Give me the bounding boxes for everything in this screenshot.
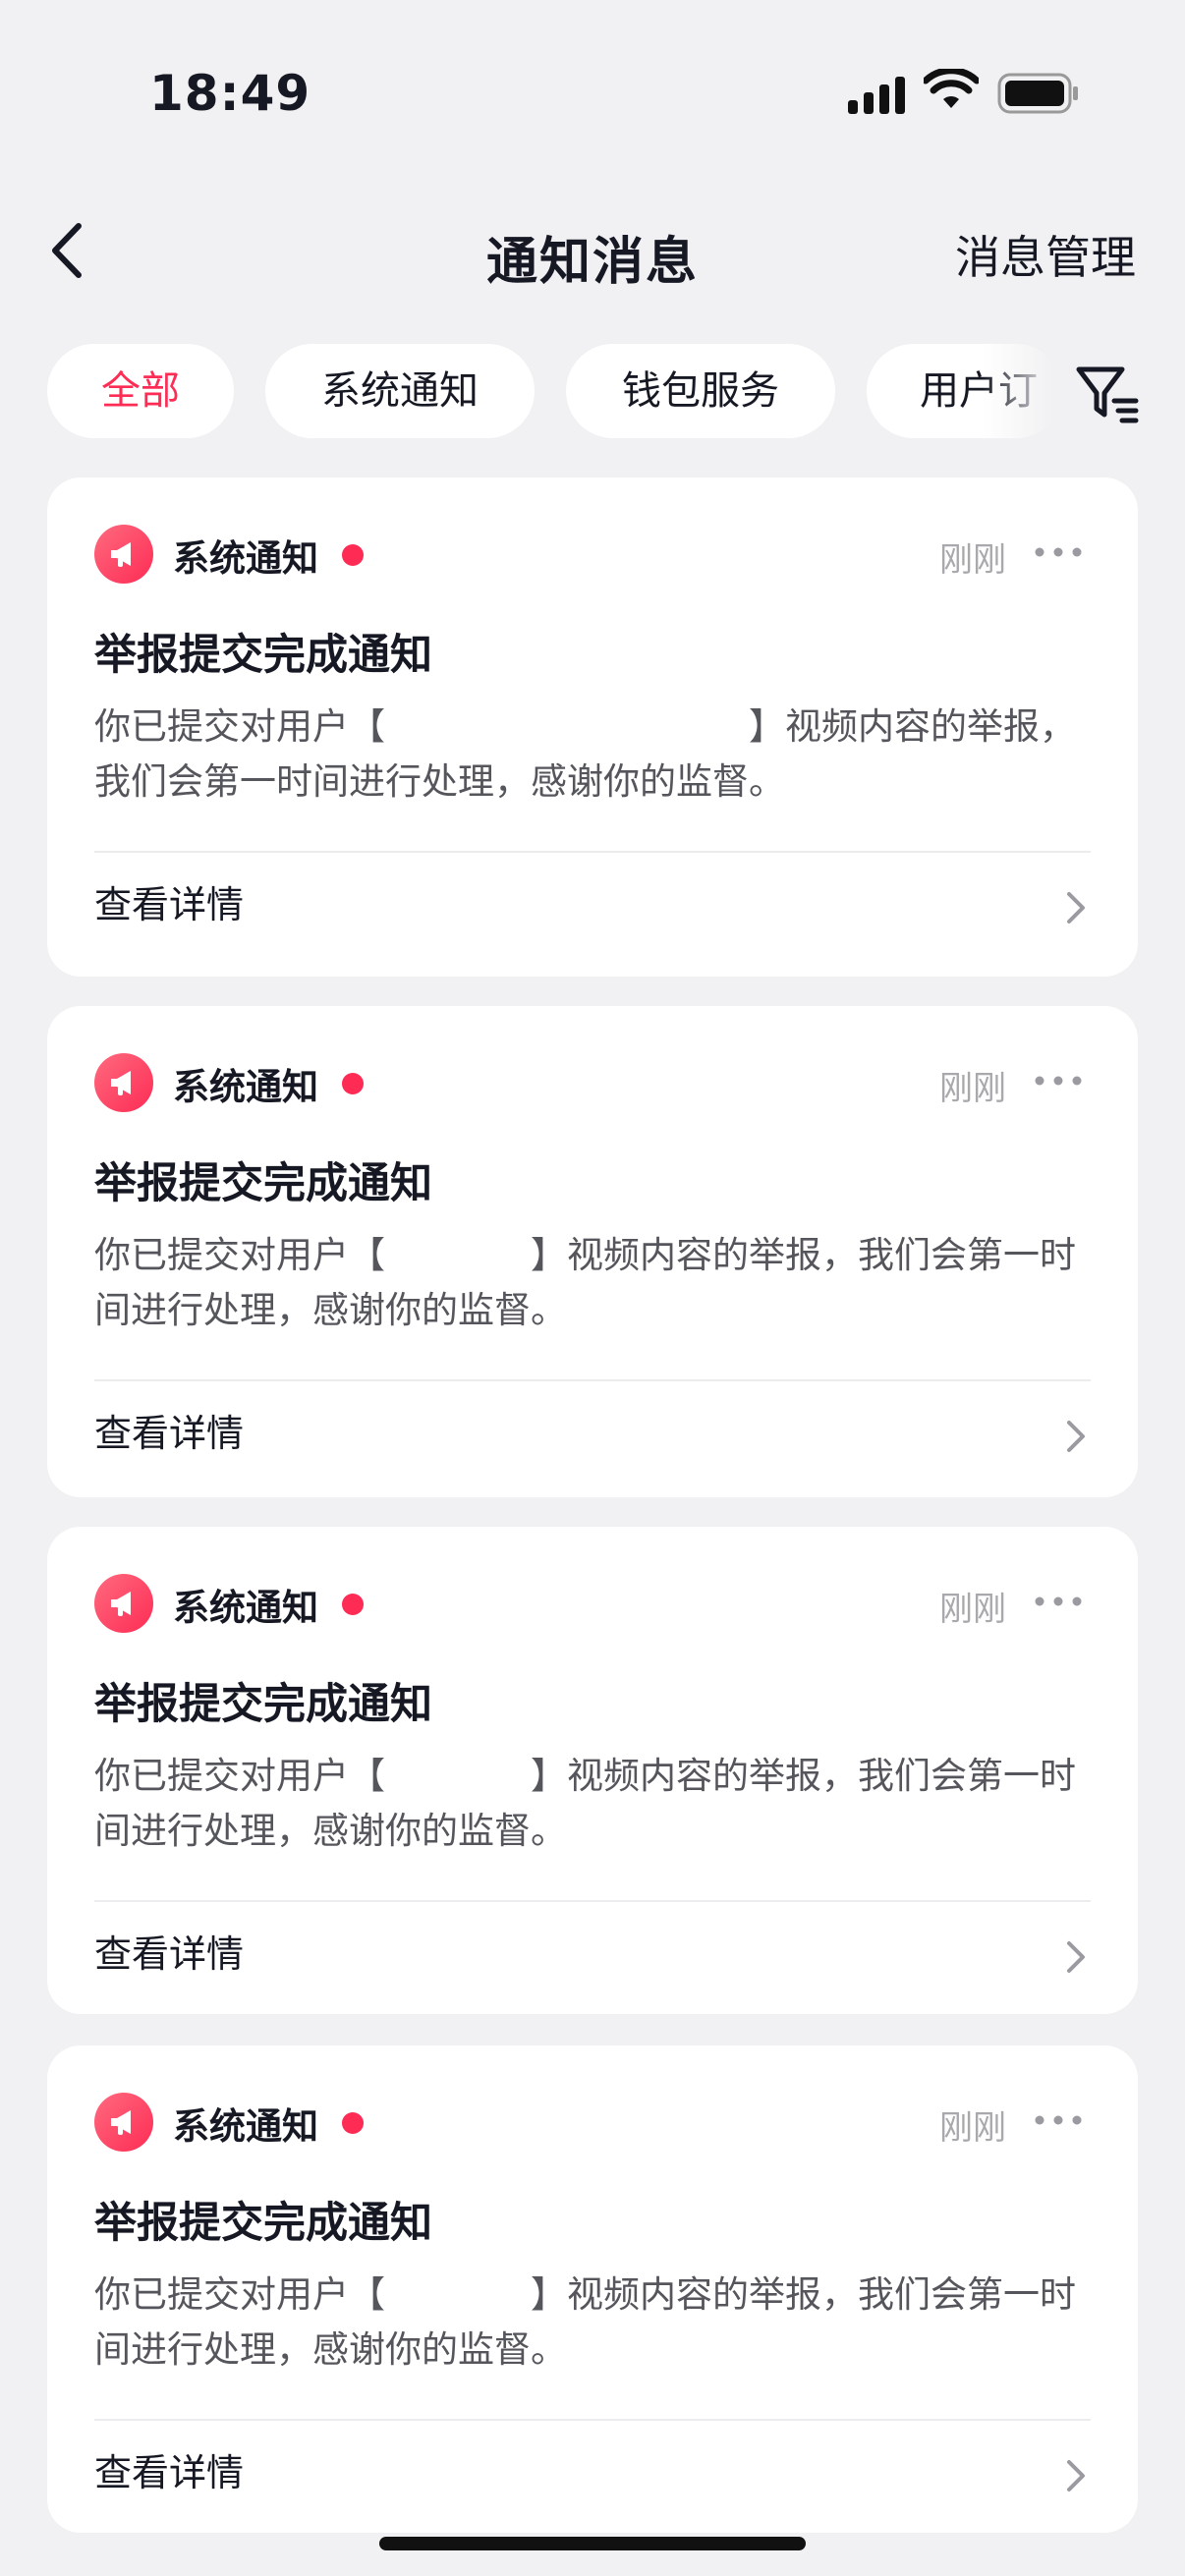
notification-title: 举报提交完成通知: [94, 1680, 432, 1729]
tab-system-notice[interactable]: 系统通知: [265, 344, 535, 438]
more-icon[interactable]: [1034, 2110, 1083, 2130]
unread-dot: [342, 2112, 364, 2134]
notification-title: 举报提交完成通知: [94, 1159, 432, 1208]
chevron-right-icon: [1067, 2460, 1085, 2492]
megaphone-icon: [94, 1574, 153, 1633]
notification-card[interactable]: 系统通知 刚刚 举报提交完成通知 你已提交对用户【 】视频内容的举报，我们会第一…: [47, 2045, 1138, 2533]
megaphone-icon: [94, 525, 153, 584]
battery-icon: [997, 73, 1078, 114]
more-icon[interactable]: [1034, 1071, 1083, 1091]
signal-icon: [848, 77, 905, 114]
filter-icon[interactable]: [1071, 358, 1142, 428]
divider: [94, 851, 1091, 853]
status-time: 18:49: [149, 65, 311, 122]
notification-card[interactable]: 系统通知 刚刚 举报提交完成通知 你已提交对用户【 】视频内容的举报，我们会第一…: [47, 1006, 1138, 1497]
notification-source: 系统通知: [173, 1066, 318, 1108]
notification-title: 举报提交完成通知: [94, 631, 432, 680]
unread-dot: [342, 1073, 364, 1094]
notification-body: 你已提交对用户【 】视频内容的举报，我们会第一时间进行处理，感谢你的监督。: [94, 2273, 1076, 2371]
notification-card[interactable]: 系统通知 刚刚 举报提交完成通知 你已提交对用户【 】视频内容的举报，我们会第一…: [47, 477, 1138, 977]
view-details-link[interactable]: 查看详情: [94, 1403, 244, 1457]
view-details-link[interactable]: 查看详情: [94, 2442, 244, 2496]
chevron-right-icon: [1067, 892, 1085, 924]
message-management-button[interactable]: 消息管理: [955, 222, 1136, 287]
unread-dot: [342, 544, 364, 566]
chevron-right-icon: [1067, 1941, 1085, 1973]
megaphone-icon: [94, 1053, 153, 1112]
nav-bar: 通知消息 消息管理: [0, 187, 1185, 314]
status-bar: 18:49: [0, 0, 1185, 187]
notification-card[interactable]: 系统通知 刚刚 举报提交完成通知 你已提交对用户【 】视频内容的举报，我们会第一…: [47, 1527, 1138, 2014]
tab-wallet-service[interactable]: 钱包服务: [566, 344, 835, 438]
notification-time: 刚刚: [939, 1590, 1006, 1629]
notification-title: 举报提交完成通知: [94, 2199, 432, 2248]
tab-all[interactable]: 全部: [47, 344, 234, 438]
divider: [94, 1379, 1091, 1381]
notification-time: 刚刚: [939, 2108, 1006, 2148]
wifi-icon: [924, 69, 979, 108]
more-icon[interactable]: [1034, 542, 1083, 562]
notification-source: 系统通知: [173, 537, 318, 580]
more-icon[interactable]: [1034, 1592, 1083, 1611]
view-details-link[interactable]: 查看详情: [94, 874, 244, 928]
notification-time: 刚刚: [939, 1069, 1006, 1108]
notification-source: 系统通知: [173, 2105, 318, 2148]
notification-time: 刚刚: [939, 540, 1006, 580]
divider: [94, 2419, 1091, 2421]
unread-dot: [342, 1594, 364, 1615]
notification-body: 你已提交对用户【 】视频内容的举报，我们会第一时间进行处理，感谢你的监督。: [94, 705, 1076, 803]
tabs-fade-overlay: [983, 344, 1071, 446]
megaphone-icon: [94, 2093, 153, 2152]
view-details-link[interactable]: 查看详情: [94, 1924, 244, 1978]
category-tabs: 全部 系统通知 钱包服务 用户订: [0, 344, 1185, 446]
notification-body: 你已提交对用户【 】视频内容的举报，我们会第一时间进行处理，感谢你的监督。: [94, 1755, 1076, 1852]
home-indicator[interactable]: [379, 2537, 806, 2550]
notification-body: 你已提交对用户【 】视频内容的举报，我们会第一时间进行处理，感谢你的监督。: [94, 1234, 1076, 1331]
notification-source: 系统通知: [173, 1587, 318, 1629]
chevron-right-icon: [1067, 1421, 1085, 1452]
divider: [94, 1900, 1091, 1902]
